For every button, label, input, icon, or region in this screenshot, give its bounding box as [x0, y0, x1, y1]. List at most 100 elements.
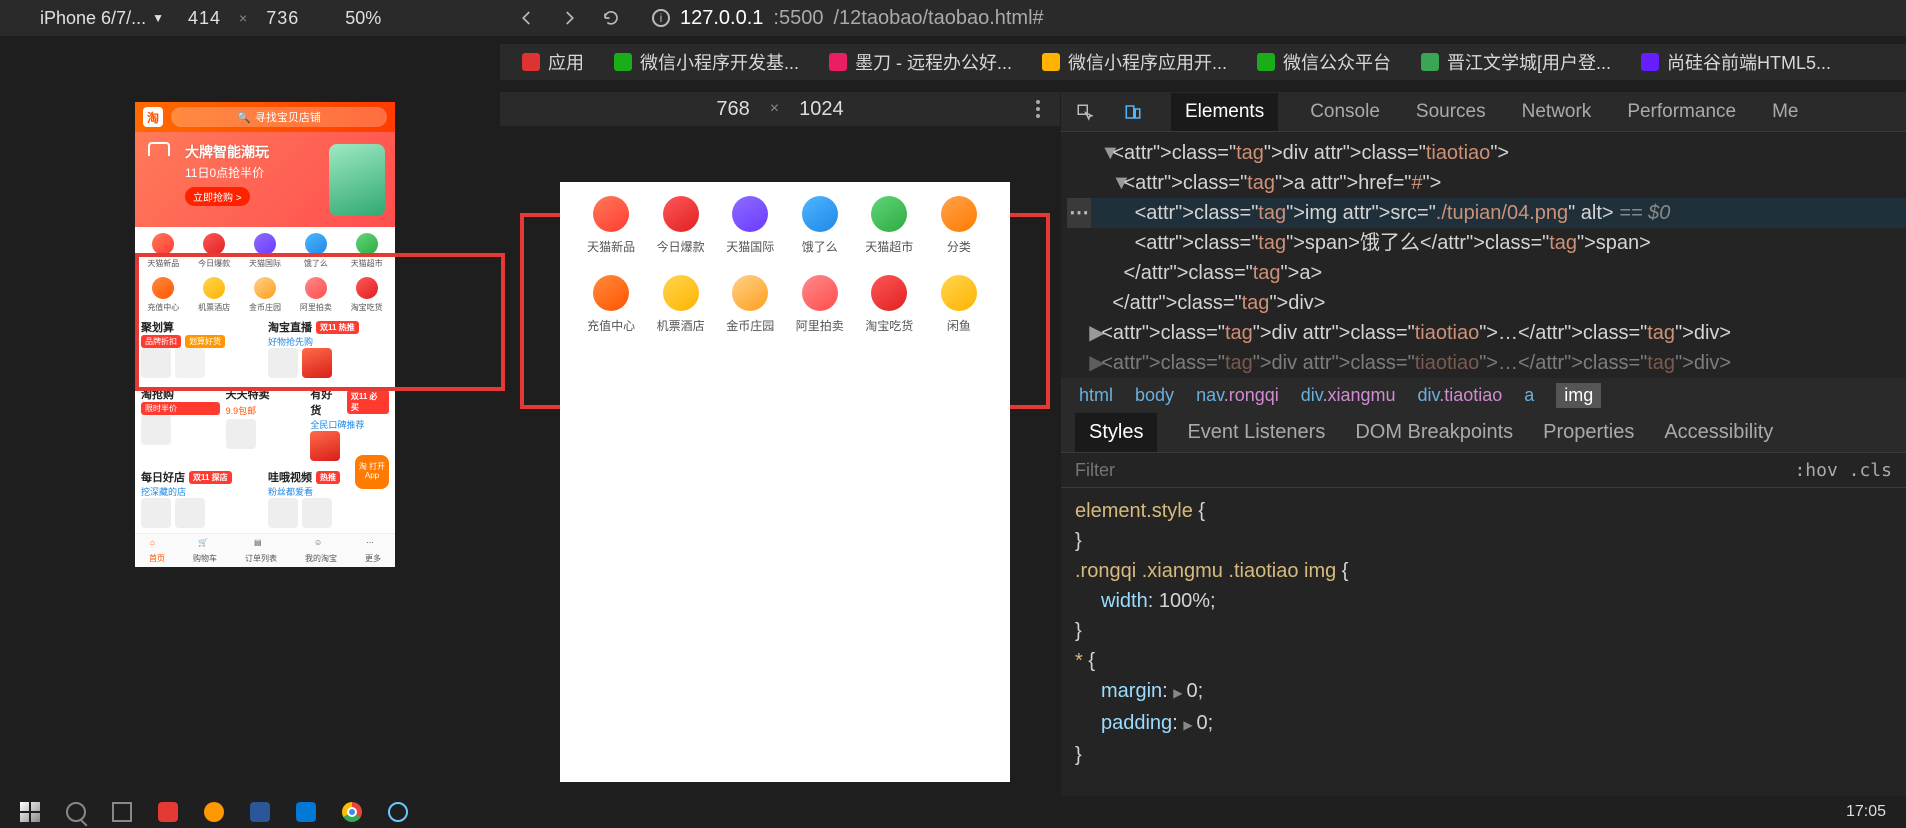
styles-tab[interactable]: Styles	[1075, 413, 1157, 452]
promo-banner[interactable]: 大牌智能潮玩 11日0点抢半价 立即抢购 >	[135, 132, 395, 227]
tabbar-item[interactable]: ⌂首页	[149, 538, 165, 564]
css-rule-selector[interactable]: * {	[1075, 646, 1892, 676]
category-item[interactable]: 闲鱼	[926, 275, 992, 334]
category-item[interactable]: 阿里拍卖	[787, 275, 853, 334]
breadcrumb-item[interactable]: a	[1524, 385, 1534, 406]
card-haohuo[interactable]: 有好货双11 必买 全民口碑推荐	[310, 386, 389, 461]
category-item[interactable]: 今日爆款	[648, 196, 714, 255]
css-rule-selector[interactable]: .rongqi .xiangmu .tiaotiao img {	[1075, 556, 1892, 586]
dom-node-row[interactable]: ▶ <attr">class="tag">div attr">class="ti…	[1067, 318, 1906, 348]
device-selector[interactable]: iPhone 6/7/... ▼	[40, 8, 164, 29]
app-icon[interactable]	[250, 802, 270, 822]
category-icon	[663, 275, 699, 311]
breadcrumb-item[interactable]: html	[1079, 385, 1113, 406]
breadcrumb-item[interactable]: nav.rongqi	[1196, 385, 1279, 406]
app-icon[interactable]	[158, 802, 178, 822]
tabbar-item[interactable]: ⋯更多	[365, 538, 381, 564]
breadcrumb-item[interactable]: body	[1135, 385, 1174, 406]
category-item[interactable]: 淘宝吃货	[856, 275, 922, 334]
dom-node-row[interactable]: ⋯ <attr">class="tag">img attr">src="./tu…	[1067, 198, 1906, 228]
styles-tab[interactable]: Accessibility	[1664, 421, 1773, 444]
devtools-tab[interactable]: Elements	[1171, 93, 1278, 131]
category-item[interactable]: 机票酒店	[648, 275, 714, 334]
bookmark-label: 墨刀 - 远程办公好...	[855, 49, 1012, 75]
card-tiantian[interactable]: 天天特卖 9.9包邮	[226, 386, 305, 461]
forward-button[interactable]	[558, 7, 580, 29]
kebab-menu-icon[interactable]	[1036, 100, 1040, 118]
bookmark-item[interactable]: 应用	[522, 49, 584, 75]
css-rule-selector[interactable]: element.style {	[1075, 496, 1892, 526]
devtools-tab[interactable]: Sources	[1412, 93, 1490, 131]
app-icon[interactable]	[204, 802, 224, 822]
category-item[interactable]: 天猫超市	[856, 196, 922, 255]
css-declaration[interactable]: width: 100%;	[1075, 586, 1892, 616]
dom-node-row[interactable]: ▼ <attr">class="tag">div attr">class="ti…	[1067, 138, 1906, 168]
devtools-tab[interactable]: Console	[1306, 93, 1384, 131]
bookmark-item[interactable]: 微信公众平台	[1257, 49, 1391, 75]
bookmark-item[interactable]: 微信小程序应用开...	[1042, 49, 1227, 75]
dom-node-row[interactable]: ▼ <attr">class="tag">a attr">href="#">	[1067, 168, 1906, 198]
styles-rules[interactable]: element.style {}.rongqi .xiangmu .tiaoti…	[1061, 488, 1906, 778]
breadcrumb-item[interactable]: div.xiangmu	[1301, 385, 1396, 406]
card-taoqianggou[interactable]: 淘抢购 限时半价	[141, 386, 220, 461]
task-view-icon[interactable]	[112, 802, 132, 822]
reload-button[interactable]	[600, 7, 622, 29]
styles-tab[interactable]: DOM Breakpoints	[1355, 421, 1513, 444]
dom-node-row[interactable]: ▶ <attr">class="tag">div attr">class="ti…	[1067, 348, 1906, 378]
css-declaration[interactable]: padding: ▶0;	[1075, 708, 1892, 740]
search-icon[interactable]	[66, 802, 86, 822]
bookmark-item[interactable]: 微信小程序开发基...	[614, 49, 799, 75]
bookmark-item[interactable]: 尚硅谷前端HTML5...	[1641, 49, 1831, 75]
hov-cls-toggle[interactable]: :hov .cls	[1794, 460, 1892, 481]
open-app-float[interactable]: 淘 打开App	[355, 455, 389, 489]
category-item[interactable]: 饿了么	[787, 196, 853, 255]
zoom-level[interactable]: 50%	[345, 8, 381, 29]
devtools-tab[interactable]: Performance	[1623, 93, 1740, 131]
tabbar-item[interactable]: ▤订单列表	[245, 538, 277, 564]
category-item[interactable]: 天猫新品	[578, 196, 644, 255]
start-button-icon[interactable]	[20, 802, 40, 822]
elements-breadcrumbs[interactable]: html body nav.rongqi div.xiangmu div.tiaotia…	[1061, 378, 1906, 412]
bookmark-item[interactable]: 晋江文学城[用户登...	[1421, 49, 1611, 75]
bookmark-label: 微信小程序应用开...	[1068, 49, 1227, 75]
breadcrumb-item[interactable]: div.tiaotiao	[1418, 385, 1503, 406]
favicon-icon	[1042, 53, 1060, 71]
banner-cta[interactable]: 立即抢购 >	[185, 187, 250, 206]
dom-node-row[interactable]: </attr">class="tag">div>	[1067, 288, 1906, 318]
card-haodian[interactable]: 每日好店双11 探店 挖深藏的店	[141, 469, 262, 528]
css-declaration[interactable]: margin: ▶0;	[1075, 676, 1892, 708]
tab-label: 更多	[365, 553, 381, 564]
tablet-width[interactable]: 768	[716, 98, 749, 121]
category-item[interactable]: 天猫国际	[717, 196, 783, 255]
dom-node-row[interactable]: </attr">class="tag">a>	[1067, 258, 1906, 288]
bookmark-label: 尚硅谷前端HTML5...	[1667, 49, 1831, 75]
search-bar[interactable]: 🔍 寻找宝贝店铺	[171, 107, 387, 127]
device-toggle-icon[interactable]	[1123, 102, 1143, 122]
inspect-element-icon[interactable]	[1075, 102, 1095, 122]
tablet-height[interactable]: 1024	[799, 98, 844, 121]
tabbar-item[interactable]: ☺我的淘宝	[305, 538, 337, 564]
bookmark-item[interactable]: 墨刀 - 远程办公好...	[829, 49, 1012, 75]
devtools-tab[interactable]: Me	[1768, 93, 1802, 131]
breadcrumb-item[interactable]: img	[1556, 383, 1601, 408]
devtools-tab[interactable]: Network	[1518, 93, 1596, 131]
chrome-icon[interactable]	[342, 802, 362, 822]
windows-taskbar[interactable]: 17:05	[0, 796, 1906, 828]
address-bar[interactable]: i 127.0.0.1:5500/12taobao/taobao.html#	[652, 7, 1044, 30]
viewport-dims[interactable]: 414 × 736	[188, 8, 299, 29]
back-button[interactable]	[516, 7, 538, 29]
styles-tab[interactable]: Properties	[1543, 421, 1634, 444]
category-item[interactable]: 充值中心	[578, 275, 644, 334]
app-icon[interactable]	[296, 802, 316, 822]
site-info-icon[interactable]: i	[652, 9, 670, 27]
app-icon[interactable]	[388, 802, 408, 822]
taobao-logo[interactable]: 淘	[143, 107, 163, 127]
tabbar-item[interactable]: 🛒购物车	[193, 538, 217, 564]
styles-tab[interactable]: Event Listeners	[1187, 421, 1325, 444]
category-item[interactable]: 分类	[926, 196, 992, 255]
category-item[interactable]: 金币庄园	[717, 275, 783, 334]
styles-filter-input[interactable]	[1075, 460, 1275, 481]
elements-tree[interactable]: ▼ <attr">class="tag">div attr">class="ti…	[1061, 132, 1906, 378]
taskbar-clock[interactable]: 17:05	[1846, 803, 1886, 821]
dom-node-row[interactable]: <attr">class="tag">span>饿了么</attr">class…	[1067, 228, 1906, 258]
